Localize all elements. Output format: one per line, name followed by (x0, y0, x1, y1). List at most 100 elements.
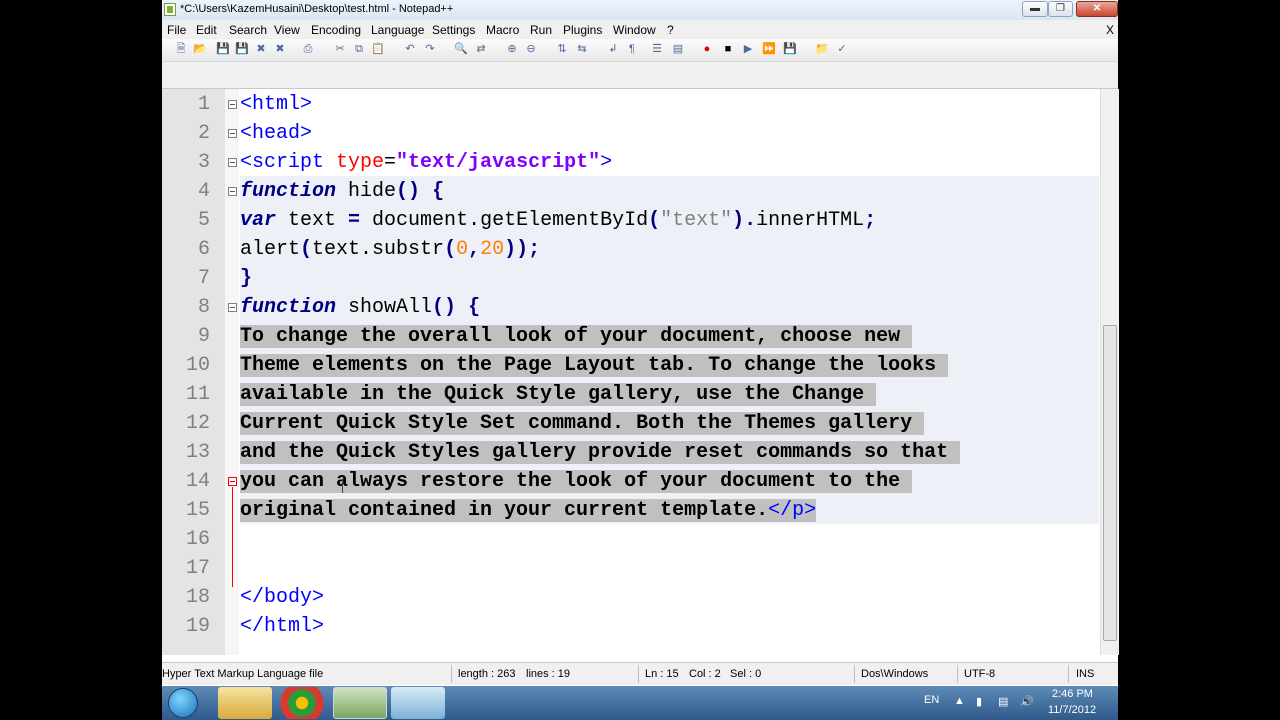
scrollbar-thumb[interactable] (1103, 325, 1117, 641)
close-document-button[interactable]: X (1106, 23, 1114, 37)
menu-bar: File Edit Search View Encoding Language … (162, 20, 1118, 39)
line-number: 9 (197, 325, 210, 348)
spell-check-icon[interactable]: ✓ (835, 42, 849, 56)
user-language-icon[interactable]: ▤ (671, 42, 685, 56)
menu-settings[interactable]: Settings (432, 23, 475, 37)
status-divider (451, 665, 452, 683)
menu-run[interactable]: Run (530, 23, 552, 37)
line-number: 12 (185, 412, 210, 435)
chrome-taskbar-icon[interactable] (276, 687, 328, 719)
redo-icon[interactable]: ↷ (423, 42, 437, 56)
editor-area[interactable]: 1 2 3 4 5 6 7 8 9 10 11 12 13 14 15 16 1… (162, 89, 1119, 655)
network-icon[interactable]: ▤ (998, 695, 1008, 708)
status-column: Col : 2 (689, 668, 721, 680)
window-title: *C:\Users\KazemHusaini\Desktop\test.html… (180, 3, 454, 15)
explorer-taskbar-icon[interactable] (218, 687, 272, 719)
menu-search[interactable]: Search (229, 23, 267, 37)
status-bar: Hyper Text Markup Language file length :… (162, 662, 1118, 685)
word-wrap-icon[interactable]: ↲ (606, 42, 620, 56)
fold-toggle-icon[interactable] (228, 129, 237, 138)
code-line: var text = document.getElementById("text… (240, 209, 877, 232)
undo-icon[interactable]: ↶ (403, 42, 417, 56)
language-indicator[interactable]: EN (924, 694, 939, 706)
record-macro-icon[interactable]: ● (700, 42, 714, 56)
close-button[interactable]: ✕ (1076, 1, 1118, 17)
battery-icon[interactable]: ▮ (976, 695, 982, 708)
notepadpp-taskbar-icon[interactable] (333, 687, 387, 719)
replace-icon[interactable]: ⇄ (474, 42, 488, 56)
menu-language[interactable]: Language (371, 23, 424, 37)
menu-encoding[interactable]: Encoding (311, 23, 361, 37)
close-file-icon[interactable]: ✖ (254, 42, 268, 56)
notepad-taskbar-icon[interactable] (391, 687, 445, 719)
status-lines: lines : 19 (526, 668, 571, 680)
save-macro-icon[interactable]: 💾 (783, 42, 797, 56)
line-number: 4 (197, 180, 210, 203)
fold-toggle-icon[interactable] (228, 303, 237, 312)
status-line: Ln : 15 (645, 668, 679, 680)
minimize-icon: ▬ (1030, 3, 1040, 14)
fold-toggle-icon[interactable] (228, 477, 237, 486)
status-selection: Sel : 0 (730, 668, 762, 680)
status-divider (1068, 665, 1069, 683)
fold-toggle-icon[interactable] (228, 158, 237, 167)
clock-date[interactable]: 11/7/2012 (1048, 704, 1096, 716)
line-number: 6 (197, 238, 210, 261)
menu-window[interactable]: Window (613, 23, 656, 37)
text-cursor-icon (342, 479, 343, 493)
notepad-window: *C:\Users\KazemHusaini\Desktop\test.html… (162, 0, 1119, 688)
zoom-in-icon[interactable]: ⊕ (505, 42, 519, 56)
open-file-icon[interactable]: 📂 (193, 42, 207, 56)
clock-time[interactable]: 2:46 PM (1052, 688, 1093, 700)
fold-toggle-icon[interactable] (228, 187, 237, 196)
launch-browser-icon[interactable]: 📁 (815, 42, 829, 56)
menu-file[interactable]: File (167, 23, 186, 37)
line-number: 10 (185, 354, 210, 377)
fold-toggle-icon[interactable] (228, 100, 237, 109)
show-hidden-icons-icon[interactable]: ▲ (954, 695, 965, 707)
minimize-button[interactable]: ▬ (1022, 1, 1048, 17)
code-line: alert(text.substr(0,20)); (240, 238, 541, 261)
sync-vertical-icon[interactable]: ⇅ (555, 42, 569, 56)
sync-horizontal-icon[interactable]: ⇆ (575, 42, 589, 56)
maximize-button[interactable]: ❐ (1048, 1, 1073, 17)
play-macro-icon[interactable]: ▶ (741, 42, 755, 56)
run-macro-multiple-icon[interactable]: ⏩ (762, 42, 776, 56)
code-line: and the Quick Styles gallery provide res… (240, 441, 961, 464)
line-number: 17 (185, 557, 210, 580)
vertical-scrollbar[interactable] (1100, 89, 1119, 655)
volume-icon[interactable]: 🔊 (1020, 695, 1034, 708)
show-all-characters-icon[interactable]: ¶ (625, 42, 639, 56)
line-number: 16 (185, 528, 210, 551)
code-line: function hide() { (240, 180, 445, 203)
save-all-icon[interactable]: 💾 (235, 42, 249, 56)
close-all-icon[interactable]: ✖ (273, 42, 287, 56)
new-file-icon[interactable]: 🗎 (174, 42, 188, 56)
menu-edit[interactable]: Edit (196, 23, 217, 37)
menu-view[interactable]: View (274, 23, 300, 37)
code-line: Current Quick Style Set command. Both th… (240, 412, 925, 435)
fold-line (232, 487, 233, 587)
line-number: 15 (185, 499, 210, 522)
code-line: <html> (240, 93, 313, 116)
code-line: available in the Quick Style gallery, us… (240, 383, 877, 406)
menu-help[interactable]: ? (667, 23, 674, 37)
find-icon[interactable]: 🔍 (454, 42, 468, 56)
menu-macro[interactable]: Macro (486, 23, 519, 37)
code-line: <head> (240, 122, 313, 145)
stop-macro-icon[interactable]: ■ (721, 42, 735, 56)
copy-icon[interactable]: ⧉ (352, 42, 366, 56)
menu-plugins[interactable]: Plugins (563, 23, 602, 37)
line-number: 18 (185, 586, 210, 609)
close-icon: ✕ (1092, 3, 1102, 14)
paste-icon[interactable]: 📋 (371, 42, 385, 56)
code-line: original contained in your current templ… (240, 499, 817, 522)
print-icon[interactable]: ⎙ (301, 42, 315, 56)
line-number: 13 (185, 441, 210, 464)
save-icon[interactable]: 💾 (216, 42, 230, 56)
cut-icon[interactable]: ✂ (333, 42, 347, 56)
start-button[interactable] (168, 688, 198, 718)
indent-guide-icon[interactable]: ☰ (650, 42, 664, 56)
title-bar[interactable]: *C:\Users\KazemHusaini\Desktop\test.html… (162, 0, 1118, 21)
zoom-out-icon[interactable]: ⊖ (524, 42, 538, 56)
